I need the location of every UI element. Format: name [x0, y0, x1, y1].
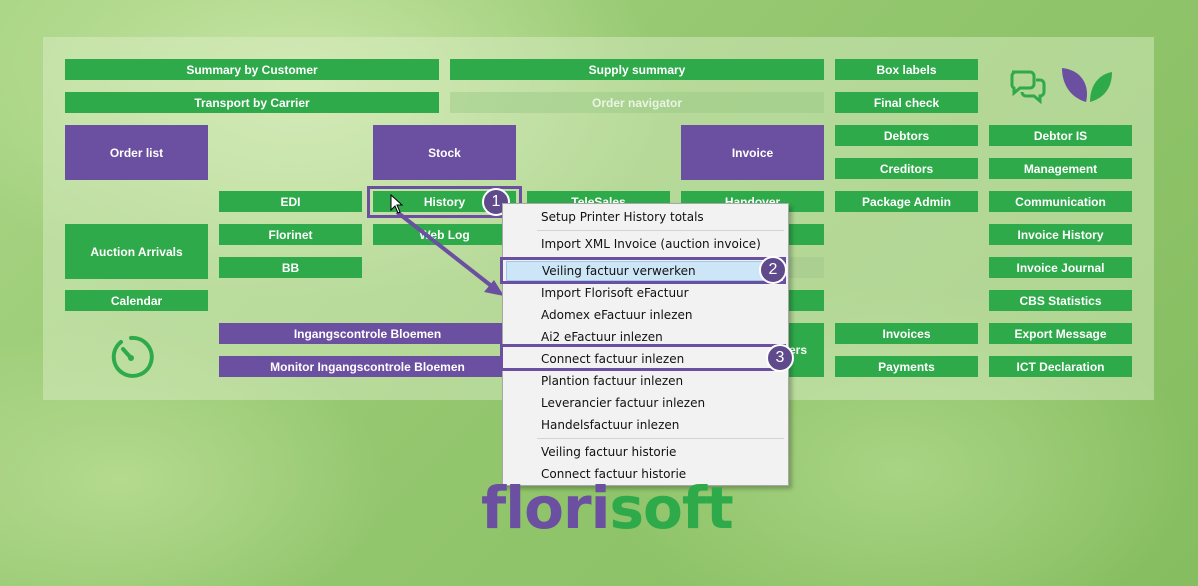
- menu-separator: [537, 230, 784, 231]
- menu-item-setup-printer[interactable]: Setup Printer History totals: [506, 207, 785, 227]
- menu-item-import-florisoft-efactuur[interactable]: Import Florisoft eFactuur: [506, 283, 785, 303]
- logo-part-flori: flori: [481, 474, 610, 542]
- callout-2: 2: [759, 256, 787, 284]
- menu-item-plantion-factuur[interactable]: Plantion factuur inlezen: [506, 371, 785, 391]
- menu-item-adomex-efactuur[interactable]: Adomex eFactuur inlezen: [506, 305, 785, 325]
- menu-item-import-xml-invoice[interactable]: Import XML Invoice (auction invoice): [506, 234, 785, 254]
- menu-item-veiling-factuur-historie[interactable]: Veiling factuur historie: [506, 442, 785, 462]
- connect-highlight-box: [500, 344, 786, 371]
- florisoft-logo: florisoft: [481, 474, 734, 542]
- logo-part-soft: soft: [609, 474, 733, 542]
- veiling-highlight-box: [500, 257, 786, 284]
- menu-item-handelsfactuur[interactable]: Handelsfactuur inlezen: [506, 415, 785, 435]
- menu-item-leverancier-factuur[interactable]: Leverancier factuur inlezen: [506, 393, 785, 413]
- callout-3: 3: [766, 344, 794, 372]
- mouse-cursor-icon: [390, 193, 404, 214]
- menu-separator: [537, 438, 784, 439]
